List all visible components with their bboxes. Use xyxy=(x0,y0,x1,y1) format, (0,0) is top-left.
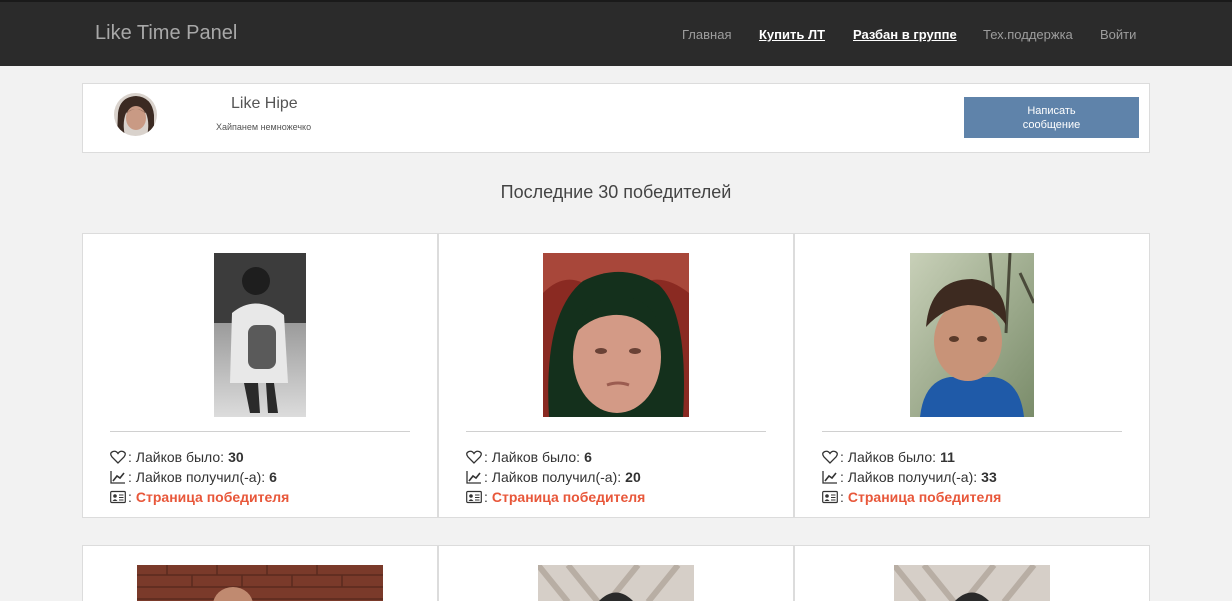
winner-page-link[interactable]: Страница победителя xyxy=(136,489,289,505)
card-divider xyxy=(466,431,766,432)
winner-card: : Лайков было: 30 : Лайков получил(-а): … xyxy=(82,233,438,518)
heart-icon xyxy=(466,450,482,464)
likes-before-row: : Лайков было: 30 xyxy=(110,449,244,465)
winner-photo[interactable] xyxy=(894,565,1050,601)
winner-photo[interactable] xyxy=(137,565,383,601)
likes-before-label: : Лайков было: xyxy=(128,449,225,465)
winners-title: Последние 30 победителей xyxy=(500,182,732,202)
chart-line-icon xyxy=(822,470,838,484)
likes-before-row: : Лайков было: 6 xyxy=(466,449,592,465)
likes-got-row: : Лайков получил(-а): 33 xyxy=(822,469,997,485)
winner-card xyxy=(82,545,438,601)
winner-card xyxy=(438,545,794,601)
winner-page-link[interactable]: Страница победителя xyxy=(492,489,645,505)
card-divider xyxy=(822,431,1122,432)
likes-before-label: : Лайков было: xyxy=(840,449,937,465)
likes-got-value: 20 xyxy=(625,469,641,485)
likes-got-label: : Лайков получил(-а): xyxy=(484,469,622,485)
nav-support[interactable]: Тех.поддержка xyxy=(983,27,1073,42)
winner-page-row: : Страница победителя xyxy=(822,489,1001,505)
winner-page-link[interactable]: Страница победителя xyxy=(848,489,1001,505)
winner-card: : Лайков было: 6 : Лайков получил(-а): 2… xyxy=(438,233,794,518)
likes-before-label: : Лайков было: xyxy=(484,449,581,465)
likes-got-row: : Лайков получил(-а): 6 xyxy=(110,469,277,485)
nav-login[interactable]: Войти xyxy=(1100,27,1136,42)
winner-page-sep: : xyxy=(484,489,488,505)
likes-got-label: : Лайков получил(-а): xyxy=(840,469,978,485)
likes-before-row: : Лайков было: 11 xyxy=(822,449,955,465)
winner-card xyxy=(794,545,1150,601)
likes-got-label: : Лайков получил(-а): xyxy=(128,469,266,485)
send-message-button[interactable]: Написать сообщение xyxy=(964,97,1139,138)
card-divider xyxy=(110,431,410,432)
profile-name: Like Hipe xyxy=(231,95,298,112)
likes-got-value: 33 xyxy=(981,469,997,485)
nav-home[interactable]: Главная xyxy=(682,27,731,42)
likes-before-value: 6 xyxy=(584,449,592,465)
brand-logo[interactable]: Like Time Panel xyxy=(95,22,237,45)
likes-got-value: 6 xyxy=(269,469,277,485)
winner-photo[interactable] xyxy=(910,253,1034,417)
chart-line-icon xyxy=(110,470,126,484)
winner-page-sep: : xyxy=(840,489,844,505)
likes-before-value: 30 xyxy=(228,449,244,465)
winner-photo[interactable] xyxy=(538,565,694,601)
id-card-icon xyxy=(822,490,838,504)
winner-photo[interactable] xyxy=(543,253,689,417)
likes-got-row: : Лайков получил(-а): 20 xyxy=(466,469,641,485)
id-card-icon xyxy=(466,490,482,504)
winner-photo[interactable] xyxy=(214,253,306,417)
winner-page-row: : Страница победителя xyxy=(110,489,289,505)
nav-unban-group[interactable]: Разбан в группе xyxy=(853,27,957,42)
winner-page-row: : Страница победителя xyxy=(466,489,645,505)
profile-avatar[interactable] xyxy=(114,93,157,136)
chart-line-icon xyxy=(466,470,482,484)
id-card-icon xyxy=(110,490,126,504)
winner-card: : Лайков было: 11 : Лайков получил(-а): … xyxy=(794,233,1150,518)
winner-page-sep: : xyxy=(128,489,132,505)
heart-icon xyxy=(822,450,838,464)
likes-before-value: 11 xyxy=(940,449,955,465)
navbar: Like Time Panel Главная Купить ЛТ Разбан… xyxy=(0,0,1232,66)
nav-buy-lt[interactable]: Купить ЛТ xyxy=(759,27,825,42)
profile-card: Like Hipe Хайпанем немножечко Написать с… xyxy=(82,83,1150,153)
heart-icon xyxy=(110,450,126,464)
profile-status: Хайпанем немножечко xyxy=(216,122,312,132)
